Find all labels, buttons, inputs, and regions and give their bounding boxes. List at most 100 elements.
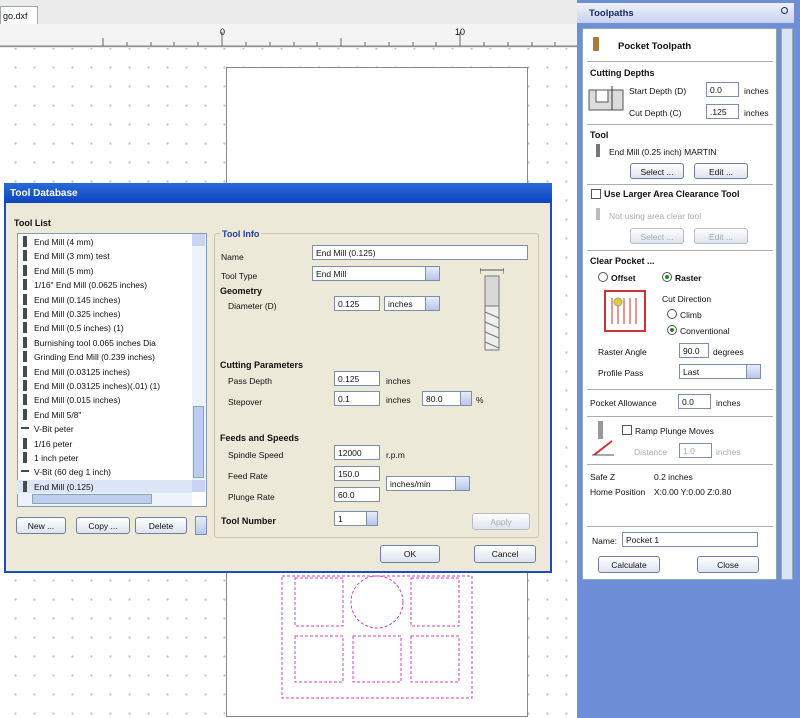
start-depth-label: Start Depth (D): [629, 86, 687, 96]
divider: [587, 416, 773, 417]
tool-list-item-label: End Mill (0.015 inches): [34, 395, 121, 406]
tool-list-item[interactable]: 1 inch peter: [17, 451, 192, 465]
conventional-radio[interactable]: [667, 325, 677, 335]
tool-type-select[interactable]: End Mill: [312, 266, 440, 281]
hscroll-thumb[interactable]: [32, 494, 152, 504]
toolpath-name-label: Name:: [592, 536, 618, 546]
tool-list-item[interactable]: End Mill (0.5 inches) (1): [17, 321, 192, 335]
tool-list-item[interactable]: End Mill 5/8": [17, 408, 192, 422]
ramp-distance-input[interactable]: 1.0: [679, 443, 712, 458]
apply-button[interactable]: Apply: [472, 513, 530, 530]
cut-depth-input[interactable]: .125: [706, 104, 739, 119]
scroll-up-arrow[interactable]: [192, 234, 205, 246]
tool-list-item-label: V-Bit (60 deg 1 inch): [34, 467, 112, 478]
percent-sign: %: [476, 395, 484, 405]
spindle-speed-label: Spindle Speed: [228, 450, 284, 460]
pin-icon[interactable]: [781, 7, 788, 14]
toolpath-name-input[interactable]: Pocket 1: [622, 532, 758, 547]
stepover-input[interactable]: 0.1: [334, 391, 380, 406]
cancel-button[interactable]: Cancel: [474, 545, 536, 563]
tool-list-item[interactable]: End Mill (4 mm): [17, 235, 192, 249]
end-mill-icon: [596, 144, 600, 157]
raster-angle-label: Raster Angle: [598, 347, 647, 357]
tool-list-item-label: V-Bit peter: [34, 424, 74, 435]
divider: [587, 526, 773, 527]
tool-list-item[interactable]: End Mill (3 mm) test: [17, 249, 192, 263]
tool-list-item[interactable]: End Mill (5 mm): [17, 264, 192, 278]
tool-list-item[interactable]: End Mill (0.325 inches): [17, 307, 192, 321]
offset-radio[interactable]: [598, 272, 608, 282]
profile-pass-select[interactable]: Last: [679, 364, 761, 379]
tool-list-item[interactable]: V-Bit peter: [17, 422, 192, 436]
larger-area-checkbox[interactable]: [591, 189, 601, 199]
cut-depth-unit: inches: [744, 108, 769, 118]
tool-number-input[interactable]: 1: [334, 511, 378, 526]
tool-list-item[interactable]: 1/16" End Mill (0.0625 inches): [17, 278, 192, 292]
tool-list-item[interactable]: End Mill (0.03125 inches): [17, 365, 192, 379]
tool-list-item[interactable]: Grinding End Mill (0.239 inches): [17, 350, 192, 364]
pass-depth-input[interactable]: 0.125: [334, 371, 380, 386]
close-button[interactable]: Close: [697, 556, 759, 573]
climb-label: Climb: [680, 310, 702, 320]
tool-list-item-label: End Mill (0.5 inches) (1): [34, 323, 124, 334]
ruler-ticks: [0, 32, 577, 47]
tool-list-item[interactable]: End Mill (0.145 inches): [17, 293, 192, 307]
delete-tool-button[interactable]: Delete: [135, 517, 187, 534]
copy-tool-button[interactable]: Copy ...: [76, 517, 130, 534]
calculate-button[interactable]: Calculate: [598, 556, 660, 573]
dialog-titlebar[interactable]: Tool Database: [4, 183, 552, 203]
pocket-allowance-input[interactable]: 0.0: [678, 394, 711, 409]
scroll-thumb[interactable]: [193, 406, 204, 478]
ok-button[interactable]: OK: [380, 545, 440, 563]
tool-list-item[interactable]: V-Bit (60 deg 1 inch): [17, 465, 192, 479]
end-mill-icon: [23, 308, 27, 319]
climb-radio[interactable]: [667, 309, 677, 319]
diameter-input[interactable]: 0.125: [334, 296, 380, 311]
select-tool-button[interactable]: Select ...: [630, 163, 684, 179]
divider: [587, 250, 773, 251]
tool-list-vscroll[interactable]: [192, 234, 206, 492]
start-depth-input[interactable]: 0.0: [706, 82, 739, 97]
tool-list-hscroll[interactable]: [18, 493, 192, 506]
scroll-down-arrow[interactable]: [192, 480, 205, 492]
tool-name-input[interactable]: End Mill (0.125): [312, 245, 528, 260]
raster-angle-input[interactable]: 90.0: [679, 343, 709, 358]
cut-depth-label: Cut Depth (C): [629, 108, 682, 118]
tool-list-item-label: End Mill (0.03125 inches)(.01) (1): [34, 381, 161, 391]
ramp-checkbox[interactable]: [622, 425, 632, 435]
raster-radio[interactable]: [662, 272, 672, 282]
divider: [587, 184, 773, 185]
safe-z-label: Safe Z: [590, 472, 616, 482]
stepover-percent-input[interactable]: 80.0: [422, 391, 472, 406]
tool-list-item[interactable]: End Mill (0.125): [17, 479, 192, 494]
cut-direction-label: Cut Direction: [662, 294, 712, 304]
edit-tool-button[interactable]: Edit ...: [694, 163, 748, 179]
new-tool-button[interactable]: New ...: [16, 517, 66, 534]
cutting-parameters-heading: Cutting Parameters: [220, 360, 304, 370]
tool-list-item[interactable]: End Mill (0.015 inches): [17, 393, 192, 407]
spindle-speed-input[interactable]: 12000: [334, 445, 380, 460]
tool-list-item-label: 1 inch peter: [34, 453, 79, 463]
tool-number-label: Tool Number: [221, 516, 276, 526]
area-tool-icon: [596, 208, 600, 220]
edit-area-tool-button[interactable]: Edit ...: [694, 228, 748, 244]
stepover-label: Stepover: [228, 397, 263, 407]
tool-list-item[interactable]: End Mill (0.03125 inches)(.01) (1): [17, 379, 192, 393]
panel-scrollbar[interactable]: [781, 28, 793, 580]
end-mill-icon: [23, 437, 27, 449]
document-tab[interactable]: go.dxf: [0, 6, 38, 24]
end-mill-icon: [23, 279, 27, 291]
tool-list-item[interactable]: 1/16 peter: [17, 437, 192, 451]
select-area-tool-button[interactable]: Select ...: [630, 228, 684, 244]
feed-rate-input[interactable]: 150.0: [334, 466, 380, 481]
tool-list-item-label: End Mill (5 mm): [34, 265, 94, 276]
plunge-rate-input[interactable]: 60.0: [334, 487, 380, 502]
tool-list-item[interactable]: Burnishing tool 0.065 inches Dia: [17, 336, 192, 350]
rate-unit-select[interactable]: inches/min: [386, 476, 470, 491]
end-mill-icon: [23, 408, 27, 420]
pass-depth-label: Pass Depth: [228, 376, 272, 386]
tool-list-item-label: End Mill (3 mm) test: [34, 251, 110, 262]
reorder-spinner[interactable]: [195, 516, 207, 535]
diameter-unit-select[interactable]: inches: [384, 296, 440, 311]
end-mill-icon: [23, 293, 27, 305]
